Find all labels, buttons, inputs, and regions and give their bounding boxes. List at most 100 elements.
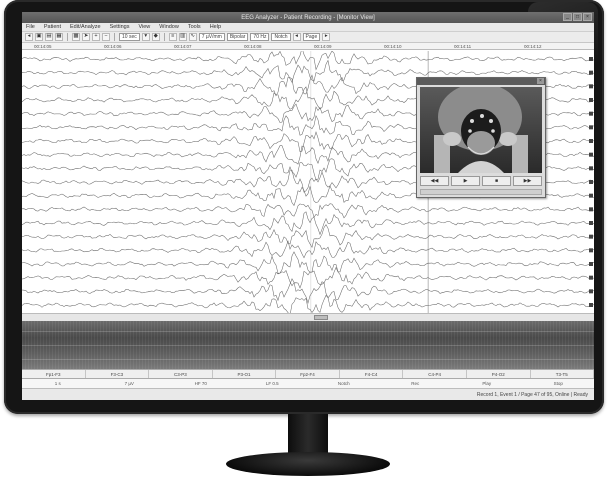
montage-icon[interactable]: ▥ [178, 33, 187, 41]
channel-marker-icon[interactable] [589, 289, 593, 294]
time-tick-label: 00:14:07 [174, 44, 192, 49]
close-icon[interactable]: × [583, 13, 592, 21]
menu-edit-analyze[interactable]: Edit/Analyze [70, 24, 101, 30]
channel-label[interactable]: C3-P3 [149, 370, 213, 378]
parameter-value: HF 70 [194, 381, 207, 386]
menu-file[interactable]: File [26, 24, 35, 30]
channel-marker-icon[interactable] [589, 275, 593, 280]
channel-marker-icon[interactable] [589, 234, 593, 239]
video-position-slider[interactable] [420, 189, 542, 195]
time-tick-label: 00:14:08 [244, 44, 262, 49]
toolbar-separator [163, 33, 165, 41]
time-tick-label: 00:14:06 [104, 44, 122, 49]
sensitivity-field[interactable]: 7 µV/mm [198, 33, 225, 41]
channel-marker-icon[interactable] [589, 111, 593, 116]
channel-label[interactable]: T3-T5 [531, 370, 594, 378]
channel-label[interactable]: C4-P4 [403, 370, 467, 378]
channel-label[interactable]: F4-C4 [340, 370, 404, 378]
parameter-value: Notch [337, 381, 350, 386]
timebase-field[interactable]: 10 sec [119, 33, 140, 41]
time-axis: 00:14:05 00:14:06 00:14:07 00:14:08 00:1… [22, 43, 594, 50]
previous-page-icon[interactable]: ◂ [292, 33, 301, 41]
rewind-button[interactable]: ◀◀ [420, 176, 449, 186]
fast-forward-button[interactable]: ▶▶ [513, 176, 542, 186]
channel-marker-icon[interactable] [589, 57, 593, 61]
channel-marker-icon[interactable] [589, 193, 593, 198]
monitor-stand-neck [288, 414, 328, 456]
channel-marker-icon[interactable] [589, 139, 593, 143]
menu-help[interactable]: Help [210, 24, 221, 30]
monitor-bezel: EEG Analyzer - Patient Recording - [Moni… [4, 0, 604, 414]
channel-marker-icon[interactable] [589, 207, 593, 212]
maximize-icon[interactable]: □ [573, 13, 582, 21]
back-icon[interactable]: ◂ [25, 33, 33, 41]
band-line [22, 345, 594, 346]
minimize-icon[interactable]: _ [563, 13, 572, 21]
eeg-channel-trace [22, 51, 594, 71]
video-title-bar[interactable]: × [417, 78, 545, 85]
play-button[interactable]: ▶ [451, 176, 480, 186]
print-icon[interactable]: ▦ [55, 33, 63, 41]
channel-marker-icon[interactable] [589, 303, 593, 307]
channel-marker-icon[interactable] [589, 180, 593, 184]
menu-settings[interactable]: Settings [110, 24, 130, 30]
eeg-channel-trace [22, 240, 594, 259]
parameter-value: 7 µV [124, 381, 134, 386]
time-tick-label: 00:14:12 [524, 44, 542, 49]
channel-marker-icon[interactable] [589, 125, 593, 130]
toolbar: ◂ ▣ ▤ ▦ ▩ ➤ + − 10 sec ▾ ◆ ≡ ▥ ∿ 7 µV/mm… [22, 32, 594, 43]
channel-marker-icon[interactable] [589, 166, 593, 171]
channel-marker-icon[interactable] [589, 84, 593, 89]
patient-video-image [420, 87, 542, 173]
eeg-channel-trace [22, 224, 594, 249]
event-icon[interactable]: ◆ [151, 33, 160, 41]
channel-label[interactable]: Fp2-F4 [276, 370, 340, 378]
channel-marker-icon[interactable] [589, 248, 593, 253]
time-tick-label: 00:14:09 [314, 44, 332, 49]
marker-icon[interactable]: ▾ [141, 33, 150, 41]
filter-icon[interactable]: ∿ [188, 33, 197, 41]
notch-field[interactable]: Notch [271, 33, 291, 41]
channel-label[interactable]: F3-C3 [86, 370, 150, 378]
band-line [22, 359, 594, 360]
band-line [22, 331, 594, 332]
channel-marker-icon[interactable] [589, 98, 593, 102]
patient-video [420, 87, 542, 173]
open-icon[interactable]: ▣ [35, 33, 43, 41]
channel-marker-icon[interactable] [589, 70, 593, 75]
grid-icon[interactable]: ▩ [72, 33, 80, 41]
montage-field[interactable]: Bipolar [226, 33, 249, 41]
menu-window[interactable]: Window [159, 24, 179, 30]
video-close-icon[interactable]: × [537, 78, 544, 84]
channel-label[interactable]: Fp1-F3 [22, 370, 86, 378]
channel-label[interactable]: P4-O2 [467, 370, 531, 378]
save-icon[interactable]: ▤ [45, 33, 53, 41]
page-field[interactable]: Page [302, 33, 321, 41]
cursor-icon[interactable]: ➤ [82, 33, 90, 41]
video-window[interactable]: × ◀◀ ▶ ■ ▶▶ [416, 77, 546, 198]
parameter-value: Play [482, 381, 492, 386]
menu-patient[interactable]: Patient [44, 24, 61, 30]
toolbar-separator [67, 33, 68, 41]
eeg-channel-trace [22, 294, 594, 313]
zoom-out-icon[interactable]: − [102, 33, 110, 41]
channel-marker-icon[interactable] [589, 152, 593, 157]
menu-tools[interactable]: Tools [188, 24, 201, 30]
next-page-icon[interactable]: ▸ [322, 33, 331, 41]
scrollbar-thumb[interactable] [314, 315, 328, 320]
zoom-in-icon[interactable]: + [92, 33, 100, 41]
channel-icon[interactable]: ≡ [168, 33, 177, 41]
video-controls: ◀◀ ▶ ■ ▶▶ [420, 176, 542, 187]
horizontal-scrollbar[interactable] [22, 313, 594, 321]
title-bar: EEG Analyzer - Patient Recording - [Moni… [22, 12, 594, 23]
monitor-stand-base [226, 452, 390, 476]
channel-label-bar: Fp1-F3 F3-C3 C3-P3 P3-O1 Fp2-F4 F4-C4 C4… [22, 369, 594, 379]
menu-view[interactable]: View [138, 24, 150, 30]
channel-label[interactable]: P3-O1 [213, 370, 277, 378]
filter-field[interactable]: 70 Hz [250, 33, 270, 41]
eeg-channel-trace [22, 203, 594, 219]
stop-button[interactable]: ■ [482, 176, 511, 186]
channel-marker-icon[interactable] [589, 262, 593, 266]
eeg-application-window: EEG Analyzer - Patient Recording - [Moni… [22, 12, 594, 400]
channel-marker-icon[interactable] [589, 221, 593, 225]
